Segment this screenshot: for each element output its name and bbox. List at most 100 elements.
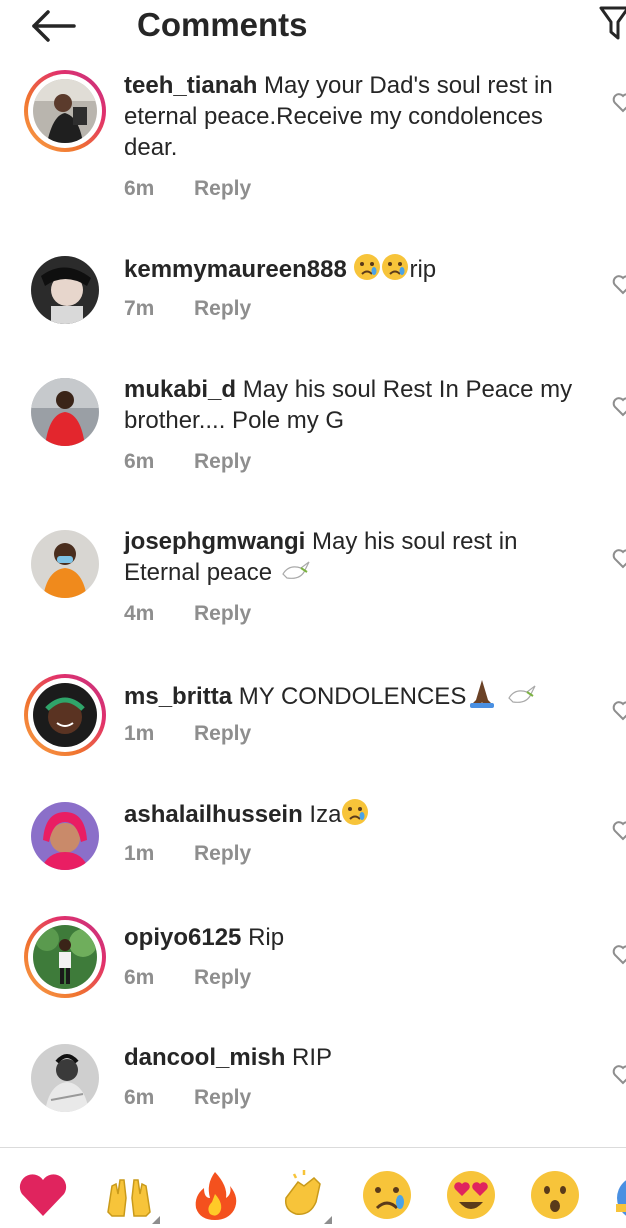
heart-outline-icon <box>612 945 626 965</box>
comment-time: 6m <box>124 1086 155 1109</box>
comment-item: dancool_mish RIP 6m Reply <box>0 1038 626 1138</box>
emoji-button-clapping-hands[interactable] <box>274 1168 328 1222</box>
like-comment-button[interactable] <box>612 274 626 296</box>
avatar <box>33 683 97 747</box>
comment-meta: 1m Reply <box>124 842 251 866</box>
comment-username[interactable]: dancool_mish <box>124 1044 285 1071</box>
like-comment-button[interactable] <box>612 396 626 418</box>
back-button[interactable] <box>28 6 80 46</box>
reply-button[interactable]: Reply <box>194 722 251 745</box>
comment-body: MY CONDOLENCES <box>238 683 467 710</box>
astonished-face-icon <box>531 1171 579 1219</box>
comment-username[interactable]: opiyo6125 <box>124 924 241 951</box>
crying-face-icon <box>382 254 409 280</box>
avatar-story-ring[interactable] <box>24 70 106 152</box>
comment-username[interactable]: teeh_tianah <box>124 72 257 99</box>
filter-button[interactable] <box>598 2 626 44</box>
avatar[interactable] <box>31 256 99 324</box>
reply-button[interactable]: Reply <box>194 602 251 625</box>
emoji-button-astonished[interactable] <box>528 1168 582 1222</box>
arrow-left-icon <box>32 10 76 42</box>
heart-outline-icon <box>612 93 626 113</box>
avatar-story-ring[interactable] <box>24 674 106 756</box>
like-comment-button[interactable] <box>612 820 626 842</box>
comment-username[interactable]: mukabi_d <box>124 376 236 403</box>
dove-icon <box>282 561 310 579</box>
comment-item: josephgmwangi May his soul rest in Etern… <box>0 524 626 654</box>
comment-text: mukabi_d May his soul Rest In Peace my b… <box>124 374 594 436</box>
comment-item: mukabi_d May his soul Rest In Peace my b… <box>0 372 626 502</box>
comment-time: 6m <box>124 177 155 200</box>
comment-text: dancool_mish RIP <box>124 1042 594 1073</box>
heart-outline-icon <box>612 821 626 841</box>
comment-text: opiyo6125 Rip <box>124 922 594 953</box>
avatar[interactable] <box>31 1044 99 1112</box>
comment-text: ashalailhussein Iza <box>124 798 594 830</box>
comment-text: josephgmwangi May his soul rest in Etern… <box>124 526 594 588</box>
heart-outline-icon <box>612 1065 626 1085</box>
comment-username[interactable]: kemmymaureen888 <box>124 256 347 283</box>
comment-meta: 4m Reply <box>124 602 251 626</box>
comment-username[interactable]: josephgmwangi <box>124 528 305 555</box>
avatar[interactable] <box>31 378 99 446</box>
comment-body: Iza <box>309 801 342 828</box>
comment-meta: 6m Reply <box>124 450 251 474</box>
emoji-button-heart[interactable] <box>16 1168 70 1222</box>
red-heart-icon <box>19 1174 67 1216</box>
emoji-reaction-bar <box>0 1148 626 1228</box>
reply-button[interactable]: Reply <box>194 966 251 989</box>
comment-username[interactable]: ashalailhussein <box>124 801 303 828</box>
comment-item: opiyo6125 Rip 6m Reply <box>0 916 626 1016</box>
heart-outline-icon <box>612 549 626 569</box>
comments-header: Comments <box>0 0 626 52</box>
avatar-ring-gap <box>28 74 102 148</box>
comment-time: 1m <box>124 722 155 745</box>
comment-item: kemmymaureen888 rip 7m Reply <box>0 250 626 350</box>
crying-face-icon <box>354 254 381 280</box>
reply-button[interactable]: Reply <box>194 177 251 200</box>
clapping-hands-icon <box>284 1170 321 1215</box>
reply-button[interactable]: Reply <box>194 842 251 865</box>
raising-hands-icon <box>107 1179 151 1217</box>
avatar-ring-gap <box>28 678 102 752</box>
crying-face-icon <box>342 799 369 825</box>
comment-time: 6m <box>124 450 155 473</box>
comment-time: 4m <box>124 602 155 625</box>
comment-text: ms_britta MY CONDOLENCES <box>124 678 594 712</box>
comment-meta: 6m Reply <box>124 1086 251 1110</box>
like-comment-button[interactable] <box>612 548 626 570</box>
page-title: Comments <box>137 6 308 43</box>
comment-time: 1m <box>124 842 155 865</box>
emoji-button-raising-hands[interactable] <box>102 1168 156 1222</box>
crying-face-icon <box>363 1171 411 1219</box>
reply-button[interactable]: Reply <box>194 297 251 320</box>
avatar[interactable] <box>31 530 99 598</box>
comment-text: teeh_tianah May your Dad's soul rest in … <box>124 70 594 163</box>
comment-meta: 6m Reply <box>124 177 251 201</box>
avatar-ring-gap <box>28 920 102 994</box>
emoji-button-heart-eyes[interactable] <box>444 1168 498 1222</box>
emoji-button-partial[interactable] <box>612 1168 626 1222</box>
comment-body: RIP <box>292 1044 333 1071</box>
reply-button[interactable]: Reply <box>194 1086 251 1109</box>
comment-username[interactable]: ms_britta <box>124 683 232 710</box>
like-comment-button[interactable] <box>612 944 626 966</box>
comment-time: 7m <box>124 297 155 320</box>
like-comment-button[interactable] <box>612 1064 626 1086</box>
comment-body: Rip <box>248 924 285 951</box>
comment-meta: 6m Reply <box>124 966 251 990</box>
like-comment-button[interactable] <box>612 92 626 114</box>
folded-hands-icon <box>470 680 495 708</box>
avatar[interactable] <box>31 802 99 870</box>
reply-button[interactable]: Reply <box>194 450 251 473</box>
like-comment-button[interactable] <box>612 700 626 722</box>
comment-item: ms_britta MY CONDOLENCES 1m Reply <box>0 672 626 772</box>
emoji-button-fire[interactable] <box>188 1168 242 1222</box>
avatar <box>33 925 97 989</box>
comment-meta: 7m Reply <box>124 297 251 321</box>
avatar-story-ring[interactable] <box>24 916 106 998</box>
comment-item: teeh_tianah May your Dad's soul rest in … <box>0 70 626 220</box>
fire-icon <box>195 1172 237 1220</box>
emoji-button-crying[interactable] <box>360 1168 414 1222</box>
heart-outline-icon <box>612 397 626 417</box>
